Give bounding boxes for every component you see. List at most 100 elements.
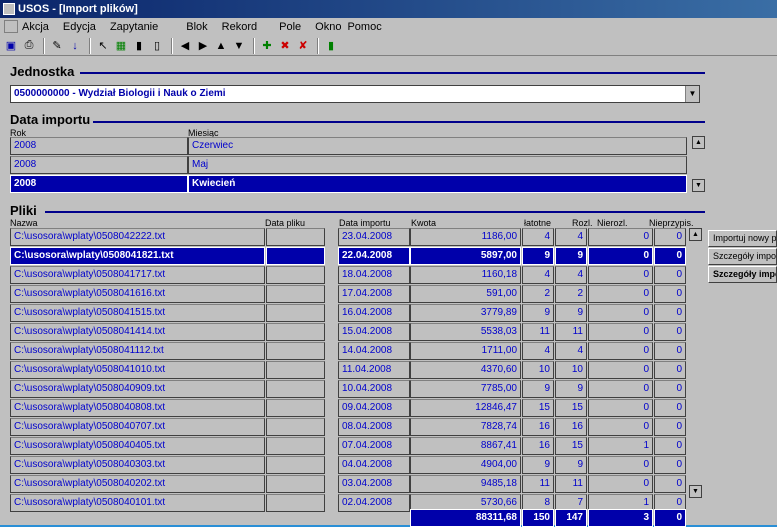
file-nazwa-cell[interactable]: C:\usosora\wplaty\0508040303.txt bbox=[10, 456, 265, 474]
file-platne-cell[interactable]: 9 bbox=[522, 247, 554, 265]
file-nieprzypis-cell[interactable]: 0 bbox=[654, 399, 686, 417]
exit-icon[interactable]: ▮ bbox=[323, 38, 339, 54]
file-data-importu-cell[interactable]: 07.04.2008 bbox=[338, 437, 410, 455]
chart-icon[interactable]: ▮ bbox=[131, 38, 147, 54]
file-rozl-cell[interactable]: 9 bbox=[555, 380, 587, 398]
file-data-pliku-cell[interactable] bbox=[266, 475, 325, 493]
file-kwota-cell[interactable]: 4904,00 bbox=[410, 456, 521, 474]
file-data-pliku-cell[interactable] bbox=[266, 437, 325, 455]
file-nierozl-cell[interactable]: 0 bbox=[588, 228, 653, 246]
file-data-pliku-cell[interactable] bbox=[266, 418, 325, 436]
file-data-pliku-cell[interactable] bbox=[266, 456, 325, 474]
file-data-importu-cell[interactable]: 14.04.2008 bbox=[338, 342, 410, 360]
file-kwota-cell[interactable]: 9485,18 bbox=[410, 475, 521, 493]
file-kwota-cell[interactable]: 1160,18 bbox=[410, 266, 521, 284]
file-rozl-cell[interactable]: 15 bbox=[555, 399, 587, 417]
file-data-importu-cell[interactable]: 10.04.2008 bbox=[338, 380, 410, 398]
edit-icon[interactable]: ✎ bbox=[49, 38, 65, 54]
file-kwota-cell[interactable]: 4370,60 bbox=[410, 361, 521, 379]
scroll-up-icon[interactable]: ▲ bbox=[692, 136, 705, 149]
file-nieprzypis-cell[interactable]: 0 bbox=[654, 380, 686, 398]
file-nierozl-cell[interactable]: 0 bbox=[588, 342, 653, 360]
sort-down-icon[interactable]: ↓ bbox=[67, 38, 83, 54]
file-platne-cell[interactable]: 11 bbox=[522, 475, 554, 493]
file-nierozl-cell[interactable]: 0 bbox=[588, 361, 653, 379]
file-data-pliku-cell[interactable] bbox=[266, 342, 325, 360]
file-data-importu-cell[interactable]: 23.04.2008 bbox=[338, 228, 410, 246]
file-data-importu-cell[interactable]: 08.04.2008 bbox=[338, 418, 410, 436]
menu-pomoc[interactable]: Pomoc bbox=[347, 21, 381, 33]
file-nazwa-cell[interactable]: C:\usosora\wplaty\0508041515.txt bbox=[10, 304, 265, 322]
file-kwota-cell[interactable]: 5897,00 bbox=[410, 247, 521, 265]
file-platne-cell[interactable]: 9 bbox=[522, 380, 554, 398]
file-nierozl-cell[interactable]: 0 bbox=[588, 399, 653, 417]
date-miesiac-cell[interactable]: Kwiecień bbox=[188, 175, 687, 193]
file-kwota-cell[interactable]: 1711,00 bbox=[410, 342, 521, 360]
file-platne-cell[interactable]: 4 bbox=[522, 266, 554, 284]
file-platne-cell[interactable]: 11 bbox=[522, 323, 554, 341]
file-rozl-cell[interactable]: 9 bbox=[555, 247, 587, 265]
file-data-importu-cell[interactable]: 02.04.2008 bbox=[338, 494, 410, 512]
prev-block-icon[interactable]: ▲ bbox=[213, 38, 229, 54]
file-data-pliku-cell[interactable] bbox=[266, 304, 325, 322]
file-nazwa-cell[interactable]: C:\usosora\wplaty\0508041414.txt bbox=[10, 323, 265, 341]
import-details-alt-button[interactable]: Szczegóły impo bbox=[708, 266, 777, 283]
date-miesiac-cell[interactable]: Maj bbox=[188, 156, 687, 174]
next-block-icon[interactable]: ▼ bbox=[231, 38, 247, 54]
chevron-down-icon[interactable]: ▼ bbox=[685, 86, 699, 102]
file-rozl-cell[interactable]: 16 bbox=[555, 418, 587, 436]
menu-akcja[interactable]: Akcja bbox=[22, 21, 49, 33]
file-data-pliku-cell[interactable] bbox=[266, 285, 325, 303]
file-data-pliku-cell[interactable] bbox=[266, 247, 325, 265]
file-data-pliku-cell[interactable] bbox=[266, 228, 325, 246]
file-data-pliku-cell[interactable] bbox=[266, 323, 325, 341]
date-rok-cell[interactable]: 2008 bbox=[10, 175, 188, 193]
file-nieprzypis-cell[interactable]: 0 bbox=[654, 361, 686, 379]
file-nieprzypis-cell[interactable]: 0 bbox=[654, 285, 686, 303]
menu-blok[interactable]: Blok bbox=[186, 21, 207, 33]
file-nieprzypis-cell[interactable]: 0 bbox=[654, 304, 686, 322]
file-rozl-cell[interactable]: 10 bbox=[555, 361, 587, 379]
file-data-importu-cell[interactable]: 03.04.2008 bbox=[338, 475, 410, 493]
file-nazwa-cell[interactable]: C:\usosora\wplaty\0508040101.txt bbox=[10, 494, 265, 512]
file-nierozl-cell[interactable]: 0 bbox=[588, 266, 653, 284]
file-nazwa-cell[interactable]: C:\usosora\wplaty\0508040909.txt bbox=[10, 380, 265, 398]
file-rozl-cell[interactable]: 11 bbox=[555, 475, 587, 493]
file-platne-cell[interactable]: 15 bbox=[522, 399, 554, 417]
file-nierozl-cell[interactable]: 0 bbox=[588, 304, 653, 322]
file-rozl-cell[interactable]: 9 bbox=[555, 304, 587, 322]
clear-record-icon[interactable]: ✘ bbox=[295, 38, 311, 54]
file-nierozl-cell[interactable]: 0 bbox=[588, 247, 653, 265]
file-nierozl-cell[interactable]: 0 bbox=[588, 323, 653, 341]
file-nierozl-cell[interactable]: 0 bbox=[588, 475, 653, 493]
file-data-importu-cell[interactable]: 15.04.2008 bbox=[338, 323, 410, 341]
save-icon[interactable]: ▣ bbox=[3, 38, 19, 54]
file-kwota-cell[interactable]: 591,00 bbox=[410, 285, 521, 303]
file-rozl-cell[interactable]: 4 bbox=[555, 342, 587, 360]
file-nazwa-cell[interactable]: C:\usosora\wplaty\0508041112.txt bbox=[10, 342, 265, 360]
file-kwota-cell[interactable]: 1186,00 bbox=[410, 228, 521, 246]
chart-alt-icon[interactable]: ▯ bbox=[149, 38, 165, 54]
prev-record-icon[interactable]: ◀ bbox=[177, 38, 193, 54]
file-platne-cell[interactable]: 16 bbox=[522, 437, 554, 455]
menu-zapytanie[interactable]: Zapytanie bbox=[110, 21, 158, 33]
menu-okno[interactable]: Okno bbox=[315, 21, 341, 33]
file-kwota-cell[interactable]: 3779,89 bbox=[410, 304, 521, 322]
next-record-icon[interactable]: ▶ bbox=[195, 38, 211, 54]
file-nieprzypis-cell[interactable]: 0 bbox=[654, 475, 686, 493]
file-nieprzypis-cell[interactable]: 0 bbox=[654, 247, 686, 265]
file-data-importu-cell[interactable]: 22.04.2008 bbox=[338, 247, 410, 265]
file-platne-cell[interactable]: 16 bbox=[522, 418, 554, 436]
scroll-down-icon[interactable]: ▼ bbox=[692, 179, 705, 192]
file-nieprzypis-cell[interactable]: 0 bbox=[654, 228, 686, 246]
jednostka-select[interactable]: 0500000000 - Wydział Biologii i Nauk o Z… bbox=[10, 85, 700, 103]
file-platne-cell[interactable]: 4 bbox=[522, 342, 554, 360]
file-kwota-cell[interactable]: 5538,03 bbox=[410, 323, 521, 341]
document-icon[interactable] bbox=[4, 20, 18, 33]
file-nazwa-cell[interactable]: C:\usosora\wplaty\0508041616.txt bbox=[10, 285, 265, 303]
file-data-pliku-cell[interactable] bbox=[266, 399, 325, 417]
file-nierozl-cell[interactable]: 1 bbox=[588, 437, 653, 455]
file-data-pliku-cell[interactable] bbox=[266, 494, 325, 512]
file-data-importu-cell[interactable]: 09.04.2008 bbox=[338, 399, 410, 417]
file-rozl-cell[interactable]: 15 bbox=[555, 437, 587, 455]
